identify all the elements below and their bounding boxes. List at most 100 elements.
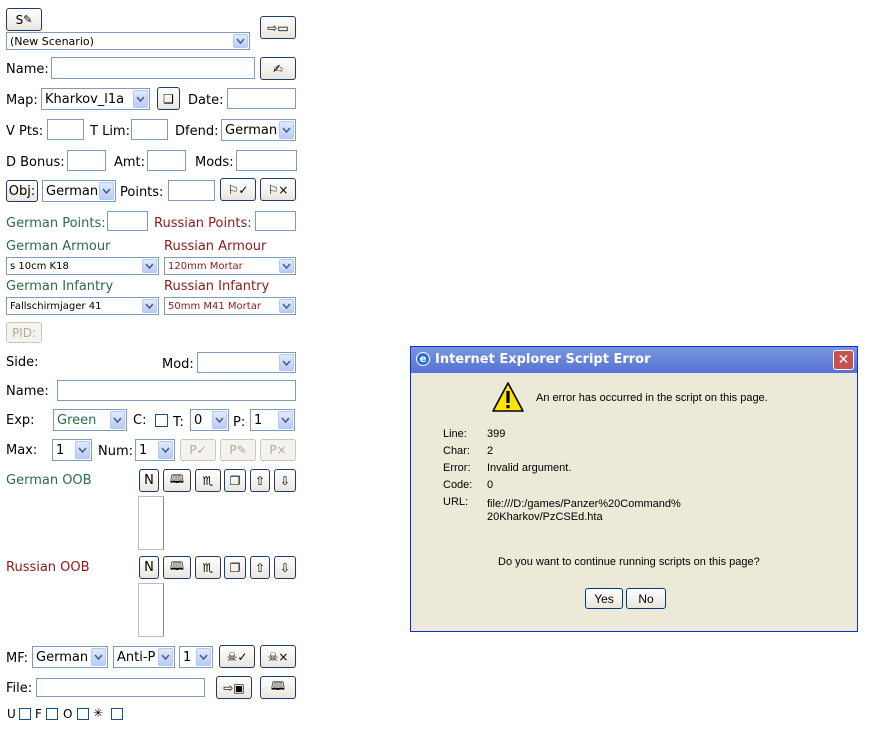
amt-label: Amt: — [114, 155, 146, 170]
russian-points-input[interactable] — [255, 211, 296, 231]
chevron-down-icon — [212, 411, 227, 429]
file-input[interactable] — [36, 678, 205, 697]
objective-add-button[interactable]: ⚐✓ — [220, 178, 256, 201]
name-input[interactable] — [51, 57, 255, 79]
german-oob-book-button[interactable]: 🕮 — [163, 469, 191, 492]
ie-icon: e — [416, 352, 430, 366]
tlim-label: T Lim: — [90, 124, 130, 139]
german-armour-select[interactable]: s 10cm K18 — [6, 257, 159, 275]
num-select[interactable]: 1 — [135, 439, 175, 461]
c-checkbox[interactable] — [155, 414, 168, 427]
map-view-button[interactable]: ❑ — [157, 87, 180, 110]
minefield-remove-button[interactable]: ☠× — [260, 645, 296, 668]
mods-input[interactable] — [236, 150, 297, 171]
flag-f-checkbox[interactable] — [46, 708, 58, 720]
sign-button[interactable]: ✍ — [260, 57, 296, 80]
line-value: 399 — [487, 428, 506, 440]
unit-remove-button[interactable]: P× — [260, 439, 296, 461]
german-oob-copy-button[interactable]: ❐ — [224, 469, 246, 492]
german-oob-scorpio-button[interactable]: ♏ — [195, 469, 221, 492]
map-select[interactable]: Kharkov_l1a — [41, 88, 150, 110]
german-infantry-label: German Infantry — [6, 279, 114, 294]
url-value-line2: 20Kharkov/PzCSEd.hta — [487, 511, 603, 523]
russian-oob-book-button[interactable]: 🕮 — [163, 556, 191, 579]
pid-button[interactable]: PID: — [6, 322, 42, 343]
dfend-select[interactable]: German — [221, 119, 296, 141]
points-label: Points: — [120, 185, 164, 200]
obj-button[interactable]: Obj: — [6, 180, 38, 202]
save-file-button[interactable]: ⇨▣ — [216, 676, 252, 699]
russian-oob-down-button[interactable]: ⇩ — [274, 556, 296, 579]
chevron-down-icon — [110, 411, 125, 429]
amt-input[interactable] — [147, 150, 186, 171]
yes-button[interactable]: Yes — [585, 588, 623, 609]
unit-add-button[interactable]: P✓ — [180, 439, 216, 461]
objective-remove-button[interactable]: ⚐× — [260, 178, 296, 201]
mf-type-select[interactable]: Anti-P — [113, 646, 175, 668]
dbonus-input[interactable] — [67, 150, 106, 171]
obj-side-select[interactable]: German — [42, 180, 116, 202]
russian-oob-up-button[interactable]: ⇧ — [250, 556, 270, 579]
url-value-line1: file:///D:/games/Panzer%20Command% — [487, 498, 681, 510]
file-label: File: — [6, 681, 33, 696]
minefield-add-button[interactable]: ☠✓ — [219, 645, 255, 668]
pages-icon: ❐ — [229, 473, 241, 488]
line-label: Line: — [443, 428, 467, 440]
russian-oob-list[interactable] — [138, 583, 164, 637]
russian-oob-new-button[interactable]: N — [139, 556, 159, 579]
p-label: P: — [233, 415, 246, 430]
flag-f-label: F — [35, 707, 42, 721]
arrow-down-icon: ⇩ — [279, 560, 291, 575]
exp-select[interactable]: Green — [53, 409, 127, 431]
char-label: Char: — [443, 445, 470, 457]
unit-edit-button[interactable]: P✎ — [220, 439, 256, 461]
german-armour-label: German Armour — [6, 239, 111, 254]
russian-oob-copy-button[interactable]: ❐ — [224, 556, 246, 579]
unit-name-input[interactable] — [57, 380, 296, 401]
max-select[interactable]: 1 — [52, 439, 92, 461]
russian-oob-scorpio-button[interactable]: ♏ — [195, 556, 221, 579]
points-input[interactable] — [168, 180, 215, 201]
max-label: Max: — [6, 443, 38, 458]
open-file-button[interactable]: 🕮 — [260, 676, 296, 699]
flag-o-checkbox[interactable] — [77, 708, 89, 720]
export-button[interactable]: ⇨ ▭ — [260, 16, 296, 39]
german-oob-up-button[interactable]: ⇧ — [250, 469, 270, 492]
map-label: Map: — [6, 93, 38, 108]
mf-num-select[interactable]: 1 — [179, 646, 213, 668]
exp-label: Exp: — [6, 413, 35, 428]
scenario-select[interactable]: (New Scenario) — [6, 32, 250, 50]
flag-u-label: U — [7, 707, 16, 721]
german-oob-list[interactable] — [138, 496, 164, 550]
german-oob-down-button[interactable]: ⇩ — [274, 469, 296, 492]
dialog-titlebar[interactable]: e Internet Explorer Script Error ✕ — [411, 347, 857, 373]
german-points-label: German Points: — [6, 216, 106, 231]
chevron-down-icon — [196, 648, 211, 666]
russian-infantry-select[interactable]: 50mm M41 Mortar — [164, 297, 296, 315]
chevron-down-icon — [158, 441, 173, 459]
t-select[interactable]: 0 — [190, 409, 229, 431]
chevron-down-icon — [279, 121, 294, 139]
p-select[interactable]: 1 — [250, 409, 295, 431]
book-icon: 🕮 — [169, 472, 185, 486]
computer-icon: ▭ — [277, 20, 289, 35]
close-icon[interactable]: ✕ — [833, 350, 854, 370]
date-input[interactable] — [227, 88, 296, 109]
scenario-button[interactable]: S ✎ — [6, 8, 42, 31]
german-oob-label: German OOB — [6, 473, 92, 488]
russian-infantry-label: Russian Infantry — [164, 279, 270, 294]
german-infantry-select[interactable]: Fallschirmjager 41 — [6, 297, 159, 315]
no-button[interactable]: No — [626, 588, 666, 609]
tlim-input[interactable] — [131, 119, 168, 140]
dfend-label: Dfend: — [175, 124, 219, 139]
flag-star-checkbox[interactable] — [111, 708, 123, 720]
error-label: Error: — [443, 462, 471, 474]
flag-u-checkbox[interactable] — [19, 708, 31, 720]
german-points-input[interactable] — [107, 211, 148, 231]
german-oob-new-button[interactable]: N — [139, 469, 159, 492]
mod-select[interactable] — [197, 352, 296, 373]
mf-side-select[interactable]: German — [32, 646, 108, 668]
save-icon: ⇨▣ — [223, 680, 245, 695]
vpts-input[interactable] — [47, 119, 84, 140]
russian-armour-select[interactable]: 120mm Mortar — [164, 257, 296, 275]
